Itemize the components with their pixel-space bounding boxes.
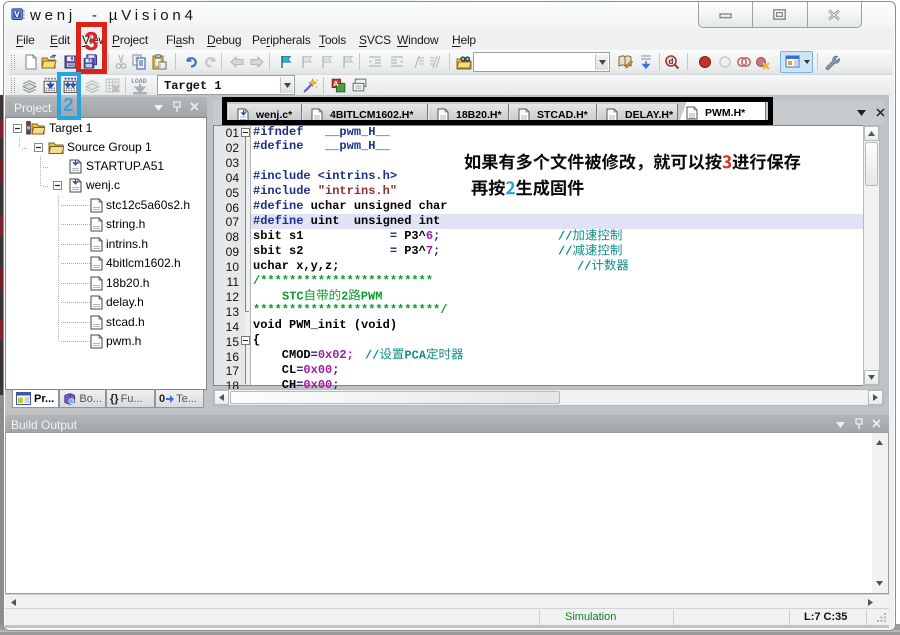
svg-text:A: A xyxy=(333,81,338,88)
svg-text:LOAD: LOAD xyxy=(131,78,147,85)
svg-text:?: ? xyxy=(70,399,73,405)
svg-text:d: d xyxy=(669,57,674,66)
